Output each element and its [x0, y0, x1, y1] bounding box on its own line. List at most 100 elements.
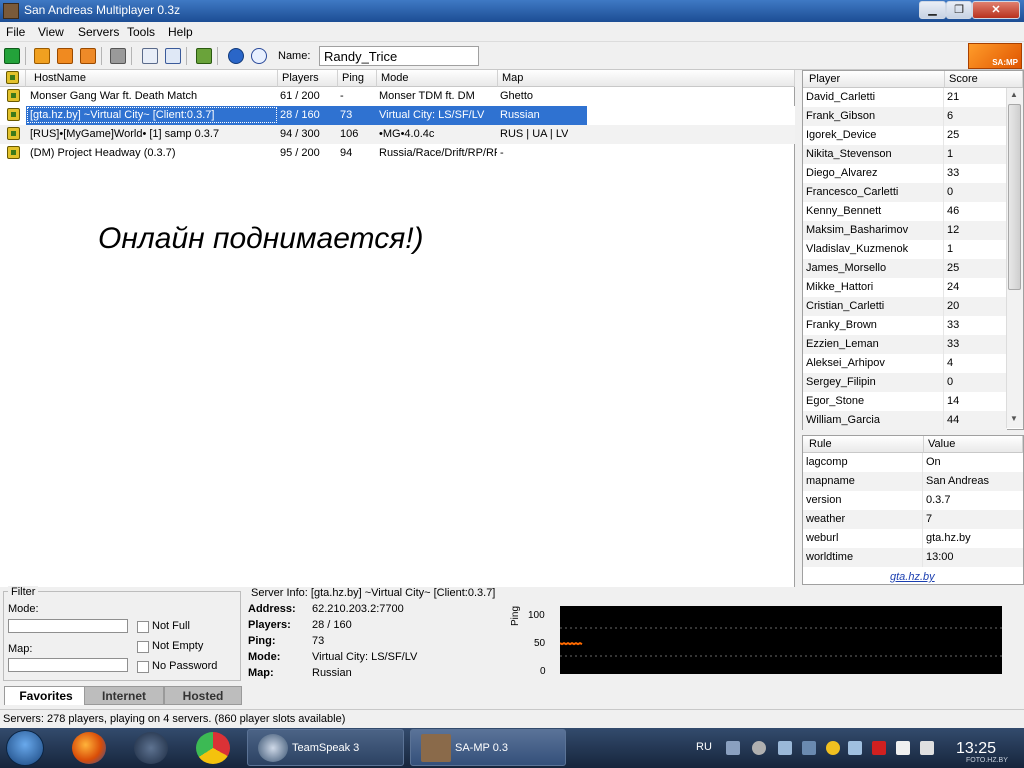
menu-file[interactable]: File: [6, 25, 25, 39]
server-ping: 94: [340, 147, 353, 159]
ping-tick-50: 50: [534, 638, 546, 649]
player-row[interactable]: Cristian_Carletti 20: [803, 297, 1007, 316]
close-button[interactable]: ✕: [972, 1, 1020, 19]
info-tray-icon[interactable]: [826, 741, 840, 755]
ping-axis-label: Ping: [510, 605, 521, 626]
menu-view[interactable]: View: [38, 25, 64, 39]
tab-favorites[interactable]: Favorites: [4, 686, 88, 705]
settings-icon[interactable]: [196, 48, 212, 64]
clock[interactable]: 13:25: [956, 740, 996, 758]
copy-icon[interactable]: [142, 48, 158, 64]
name-input[interactable]: [319, 46, 479, 66]
refresh-icon[interactable]: [80, 48, 96, 64]
menu-servers[interactable]: Servers: [78, 25, 119, 39]
column-score[interactable]: Score: [945, 71, 1023, 88]
delete-server-icon[interactable]: [57, 48, 73, 64]
not-full-checkbox[interactable]: [137, 621, 149, 633]
player-name: Aleksei_Arhipov: [806, 357, 885, 369]
player-row[interactable]: Franky_Brown 33: [803, 316, 1007, 335]
server-row[interactable]: (DM) Project Headway (0.3.7) 95 / 200 94…: [0, 144, 795, 163]
scroll-down-icon[interactable]: ▼: [1010, 414, 1018, 423]
teamspeak-icon: [258, 734, 288, 762]
column-mode[interactable]: Mode: [377, 70, 498, 87]
player-row[interactable]: James_Morsello 25: [803, 259, 1007, 278]
player-row[interactable]: Kenny_Bennett 46: [803, 202, 1007, 221]
player-row[interactable]: Sergey_Filipin 0: [803, 373, 1007, 392]
players-scroll-thumb[interactable]: [1008, 104, 1021, 290]
column-map[interactable]: Map: [498, 70, 795, 87]
tab-hosted[interactable]: Hosted: [164, 686, 242, 705]
column-player[interactable]: Player: [803, 71, 945, 88]
rule-row[interactable]: weather 7: [803, 510, 1023, 529]
tray-app-icon[interactable]: [752, 741, 766, 755]
column-players[interactable]: Players: [278, 70, 338, 87]
rule-row[interactable]: version 0.3.7: [803, 491, 1023, 510]
mode-filter-input[interactable]: [8, 619, 128, 633]
rule-name: version: [806, 494, 842, 506]
player-row[interactable]: Mikke_Hattori 24: [803, 278, 1007, 297]
player-row[interactable]: Igorek_Device 25: [803, 126, 1007, 145]
scroll-up-icon[interactable]: ▲: [1010, 90, 1018, 99]
server-row-selected[interactable]: [gta.hz.by] ~Virtual City~ [Client:0.3.7…: [0, 106, 795, 125]
server-list[interactable]: HostName Players Ping Mode Map Monser Ga…: [0, 70, 795, 587]
player-row[interactable]: Francesco_Carletti 0: [803, 183, 1007, 202]
players-list[interactable]: Player Score David_Carletti 21 Frank_Gibso…: [802, 70, 1024, 430]
player-row[interactable]: Egor_Stone 14: [803, 392, 1007, 411]
server-row[interactable]: Monser Gang War ft. Death Match 61 / 200…: [0, 87, 795, 106]
player-row[interactable]: Vladislav_Kuzmenok 1: [803, 240, 1007, 259]
connect-icon[interactable]: [4, 48, 20, 64]
server-hostname: Monser Gang War ft. Death Match: [30, 90, 198, 102]
chrome-icon[interactable]: [196, 732, 230, 764]
menu-help[interactable]: Help: [168, 25, 193, 39]
player-row[interactable]: Aleksei_Arhipov 4: [803, 354, 1007, 373]
player-row[interactable]: David_Carletti 21: [803, 88, 1007, 107]
map-filter-input[interactable]: [8, 658, 128, 672]
camera-tray-icon[interactable]: [848, 741, 862, 755]
task-samp[interactable]: SA-MP 0.3: [410, 729, 566, 766]
tab-internet[interactable]: Internet: [84, 686, 164, 705]
firefox-icon[interactable]: [72, 732, 106, 764]
maximize-button[interactable]: ❐: [946, 1, 972, 19]
start-button[interactable]: [6, 730, 44, 766]
player-row[interactable]: Maksim_Basharimov 12: [803, 221, 1007, 240]
not-empty-checkbox[interactable]: [137, 641, 149, 653]
player-row[interactable]: Ezzien_Leman 33: [803, 335, 1007, 354]
player-row[interactable]: Frank_Gibson 6: [803, 107, 1007, 126]
about-icon[interactable]: [251, 48, 267, 64]
help-icon[interactable]: [228, 48, 244, 64]
column-rule[interactable]: Rule: [803, 436, 924, 453]
player-row[interactable]: Diego_Alvarez 33: [803, 164, 1007, 183]
toolbar-separator: [101, 47, 102, 65]
column-hostname[interactable]: HostName: [26, 70, 278, 87]
network-tray-icon[interactable]: [778, 741, 792, 755]
player-row[interactable]: Nikita_Stevenson 1: [803, 145, 1007, 164]
task-teamspeak[interactable]: TeamSpeak 3: [247, 729, 404, 766]
lock-column-header[interactable]: [0, 70, 26, 87]
edit-icon[interactable]: [165, 48, 181, 64]
steam-tray-icon[interactable]: [726, 741, 740, 755]
no-password-checkbox[interactable]: [137, 661, 149, 673]
steam-icon[interactable]: [134, 732, 168, 764]
player-row[interactable]: William_Garcia 44: [803, 411, 1007, 430]
rule-row[interactable]: lagcomp On: [803, 453, 1023, 472]
column-value[interactable]: Value: [924, 436, 1023, 453]
language-indicator[interactable]: RU: [696, 741, 712, 753]
antivirus-tray-icon[interactable]: [872, 741, 886, 755]
column-ping[interactable]: Ping: [338, 70, 377, 87]
minimize-button[interactable]: ▁: [919, 1, 946, 19]
rule-row[interactable]: worldtime 13:00: [803, 548, 1023, 567]
server-row[interactable]: [RUS]•[MyGame]World• [1] samp 0.3.7 94 /…: [0, 125, 795, 144]
tray-app-icon[interactable]: [802, 741, 816, 755]
add-server-icon[interactable]: [34, 48, 50, 64]
flag-tray-icon[interactable]: [896, 741, 910, 755]
copy-info-icon[interactable]: [110, 48, 126, 64]
volume-tray-icon[interactable]: [920, 741, 934, 755]
rules-list[interactable]: Rule Value lagcomp On mapname San Andreas ve…: [802, 435, 1024, 585]
menu-tools[interactable]: Tools: [127, 25, 155, 39]
server-web-link[interactable]: gta.hz.by: [890, 571, 935, 583]
player-name: David_Carletti: [806, 91, 876, 103]
rule-row[interactable]: mapname San Andreas: [803, 472, 1023, 491]
toolbar: Name:: [0, 42, 1024, 70]
cell-divider: [922, 491, 923, 510]
rule-row[interactable]: weburl gta.hz.by: [803, 529, 1023, 548]
